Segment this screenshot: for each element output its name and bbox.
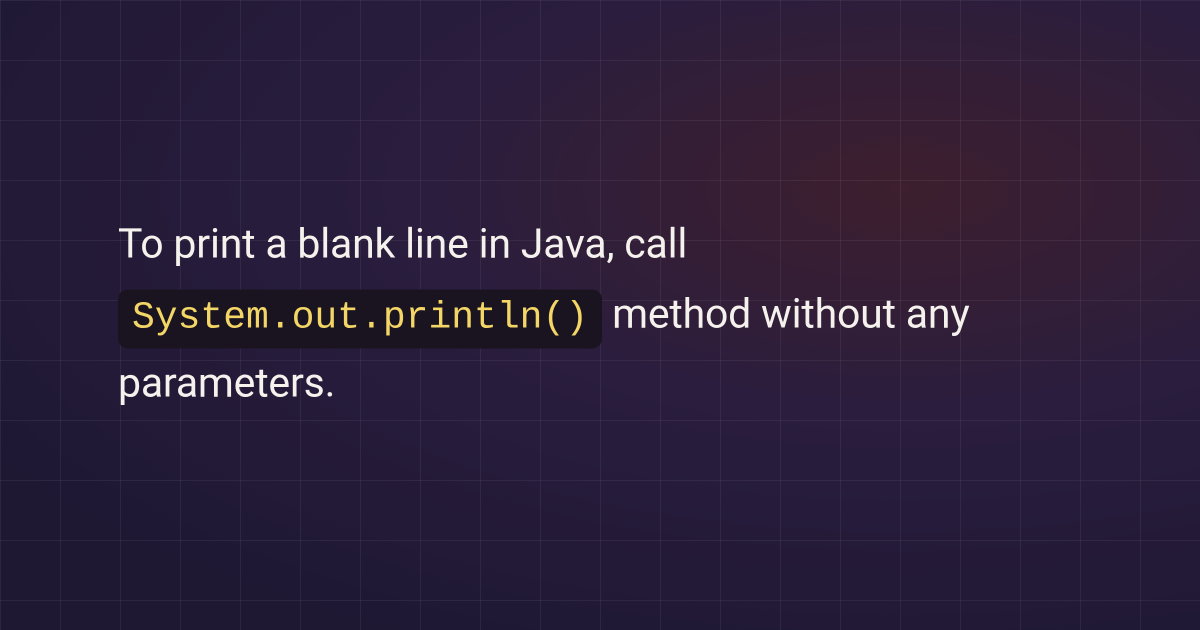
text-before-code: To print a blank line in Java, call <box>118 220 687 268</box>
main-text: To print a blank line in Java, call Syst… <box>118 210 1082 419</box>
inline-code-snippet: System.out.println() <box>118 289 602 348</box>
